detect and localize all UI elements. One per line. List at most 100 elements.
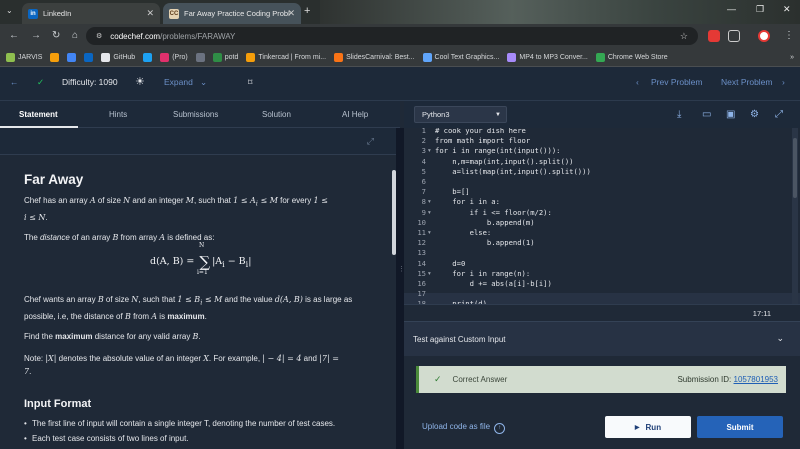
code-line[interactable]: b.append(1) — [435, 238, 535, 247]
reload-icon[interactable]: ↻ — [52, 30, 60, 41]
submission-id-link[interactable]: 1057801953 — [734, 375, 779, 384]
minimize-icon[interactable]: — — [727, 4, 736, 14]
expand-button[interactable]: Expand — [164, 77, 193, 87]
code-line[interactable]: b=[] — [435, 187, 469, 196]
close-tab-icon[interactable]: ✕ — [146, 8, 154, 19]
home-icon[interactable]: ⌂ — [72, 30, 78, 41]
tab-title: LinkedIn — [43, 9, 72, 18]
problem-paragraph-3: Chef wants an array B of size N, such th… — [24, 295, 353, 321]
next-arrow-icon[interactable]: › — [782, 77, 785, 87]
restore-icon[interactable]: ❐ — [756, 4, 764, 15]
extension-icon[interactable] — [708, 30, 720, 42]
bookmark-star-icon[interactable]: ☆ — [680, 31, 688, 42]
site-info-icon[interactable]: ⚙ — [96, 32, 102, 40]
comment-icon[interactable]: ▭ — [702, 109, 711, 120]
profile-avatar[interactable] — [758, 30, 770, 42]
tab-hints[interactable]: Hints — [109, 110, 127, 119]
settings-gear-icon[interactable]: ⚙ — [750, 109, 759, 120]
code-line[interactable]: n,m=map(int,input().split()) — [435, 157, 573, 166]
bookmark-item[interactable]: Cool Text Graphics... — [422, 52, 499, 62]
fold-toggle-icon[interactable]: ▾ — [428, 230, 431, 236]
code-line[interactable]: # cook your dish here — [435, 128, 526, 135]
line-number: 10 — [417, 217, 426, 227]
bookmark-item[interactable]: SlidesCarnival: Best... — [334, 52, 415, 62]
line-number: 6 — [421, 177, 426, 186]
upload-code-button[interactable]: Upload code as file ↑ — [422, 422, 506, 434]
linkedin-favicon-icon: in — [28, 8, 38, 19]
bookmark-favicon-icon — [143, 52, 153, 62]
bookmark-item[interactable] — [143, 52, 153, 62]
expand-icon[interactable]: ⤢ — [367, 136, 374, 147]
line-number: 15 — [417, 268, 426, 278]
prev-problem-button[interactable]: Prev Problem — [651, 77, 703, 87]
custom-input-toggle[interactable]: Test against Custom Input ⌄ — [404, 321, 800, 356]
extensions-puzzle-icon[interactable] — [728, 30, 740, 42]
bookmark-item[interactable]: GitHub — [101, 52, 135, 62]
tab-search-icon[interactable]: ⌄ — [6, 6, 13, 15]
tab-solution[interactable]: Solution — [262, 110, 291, 119]
bookmark-item[interactable] — [84, 52, 94, 62]
bookmark-item[interactable] — [195, 52, 205, 62]
problem-toolbar: ← ✓ Difficulty: 1090 ☀ Expand ⌄ ⌑ ‹ Prev… — [0, 67, 800, 101]
download-icon[interactable]: ⤓ — [677, 109, 681, 120]
language-value: Python3 — [422, 110, 450, 119]
bookmark-item[interactable]: (Pro) — [160, 52, 188, 62]
forward-arrow-icon[interactable]: → — [31, 30, 41, 41]
bookmark-item[interactable]: Chrome Web Store — [595, 52, 668, 62]
close-tab-icon[interactable]: ✕ — [287, 8, 295, 19]
code-line[interactable]: for i in range(int(input())): — [435, 146, 561, 155]
more-bookmarks-icon[interactable]: » — [790, 54, 794, 61]
run-button[interactable]: ▶ Run — [605, 416, 691, 438]
bookmark-item[interactable]: Tinkercad | From mi... — [246, 52, 326, 62]
language-select[interactable]: Python3 ▼ — [414, 106, 507, 123]
submit-button[interactable]: Submit — [697, 416, 783, 438]
code-line[interactable]: else: — [435, 228, 492, 237]
code-line[interactable]: for i in range(n): — [435, 269, 530, 278]
submission-id-group: Submission ID: 1057801953 — [677, 375, 778, 384]
code-line[interactable]: b.append(m) — [435, 218, 535, 227]
bookmark-item[interactable]: JARVIS — [6, 52, 42, 62]
code-line[interactable]: d += abs(a[i]-b[i]) — [435, 279, 552, 288]
code-line[interactable]: from math import floor — [435, 136, 530, 145]
chevron-down-icon: ▼ — [495, 111, 501, 118]
chevron-down-icon[interactable]: ⌄ — [200, 77, 207, 88]
scrollbar-thumb[interactable] — [793, 138, 797, 198]
code-line[interactable]: if i <= floor(m/2): — [435, 208, 552, 217]
next-problem-button[interactable]: Next Problem — [721, 77, 773, 87]
menu-dots-icon[interactable]: ⋮ — [784, 30, 794, 41]
browser-tab-codechef[interactable]: CC Far Away Practice Coding Probl ✕ — [163, 3, 301, 24]
tab-submissions[interactable]: Submissions — [173, 110, 218, 119]
line-number: 1 — [421, 128, 426, 135]
code-line[interactable]: for i in a: — [435, 197, 500, 206]
back-arrow-icon[interactable]: ← — [9, 30, 19, 41]
bookmark-item[interactable]: MP4 to MP3 Conver... — [507, 52, 588, 62]
browser-tab-linkedin[interactable]: in LinkedIn ✕ — [22, 3, 160, 24]
bookmark-label: (Pro) — [172, 53, 188, 61]
theme-sun-icon[interactable]: ☀ — [135, 75, 145, 88]
back-icon[interactable]: ← — [10, 77, 19, 87]
tab-ai-help[interactable]: AI Help — [342, 110, 368, 119]
line-number: 5 — [421, 166, 426, 176]
fold-toggle-icon[interactable]: ▾ — [428, 271, 431, 277]
fullscreen-icon[interactable]: ⤢ — [775, 109, 783, 120]
editor-scrollbar[interactable] — [792, 128, 798, 304]
save-icon[interactable]: ▣ — [726, 109, 735, 120]
url-field[interactable]: ⚙ codechef.com/problems/FARAWAY ☆ — [86, 27, 698, 45]
tab-statement[interactable]: Statement — [19, 110, 58, 119]
bookmark-item[interactable] — [67, 52, 77, 62]
bookmark-favicon-icon — [195, 52, 205, 62]
panel-resize-handle[interactable]: ⋮ — [396, 128, 405, 449]
bookmark-item[interactable] — [50, 52, 60, 62]
fold-toggle-icon[interactable]: ▾ — [428, 199, 431, 205]
prev-arrow-icon[interactable]: ‹ — [636, 77, 639, 87]
code-editor[interactable]: 1 # cook your dish here 2 from math import … — [404, 128, 800, 304]
fold-toggle-icon[interactable]: ▾ — [428, 210, 431, 216]
new-tab-button[interactable]: + — [304, 5, 310, 17]
bookmark-icon[interactable]: ⌑ — [248, 77, 252, 88]
fold-toggle-icon[interactable]: ▾ — [428, 148, 431, 154]
problem-title: Far Away — [24, 172, 84, 187]
close-window-icon[interactable]: ✕ — [783, 4, 791, 15]
bookmark-item[interactable]: potd — [212, 52, 238, 62]
code-line[interactable]: a=list(map(int,input().split())) — [435, 167, 590, 176]
code-line[interactable]: d=0 — [435, 259, 465, 268]
